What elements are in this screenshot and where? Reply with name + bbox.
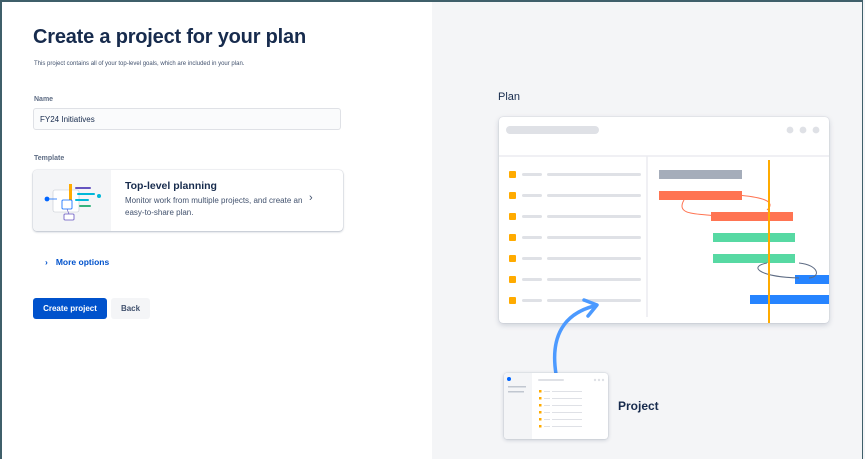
window-frame: [0, 0, 863, 459]
